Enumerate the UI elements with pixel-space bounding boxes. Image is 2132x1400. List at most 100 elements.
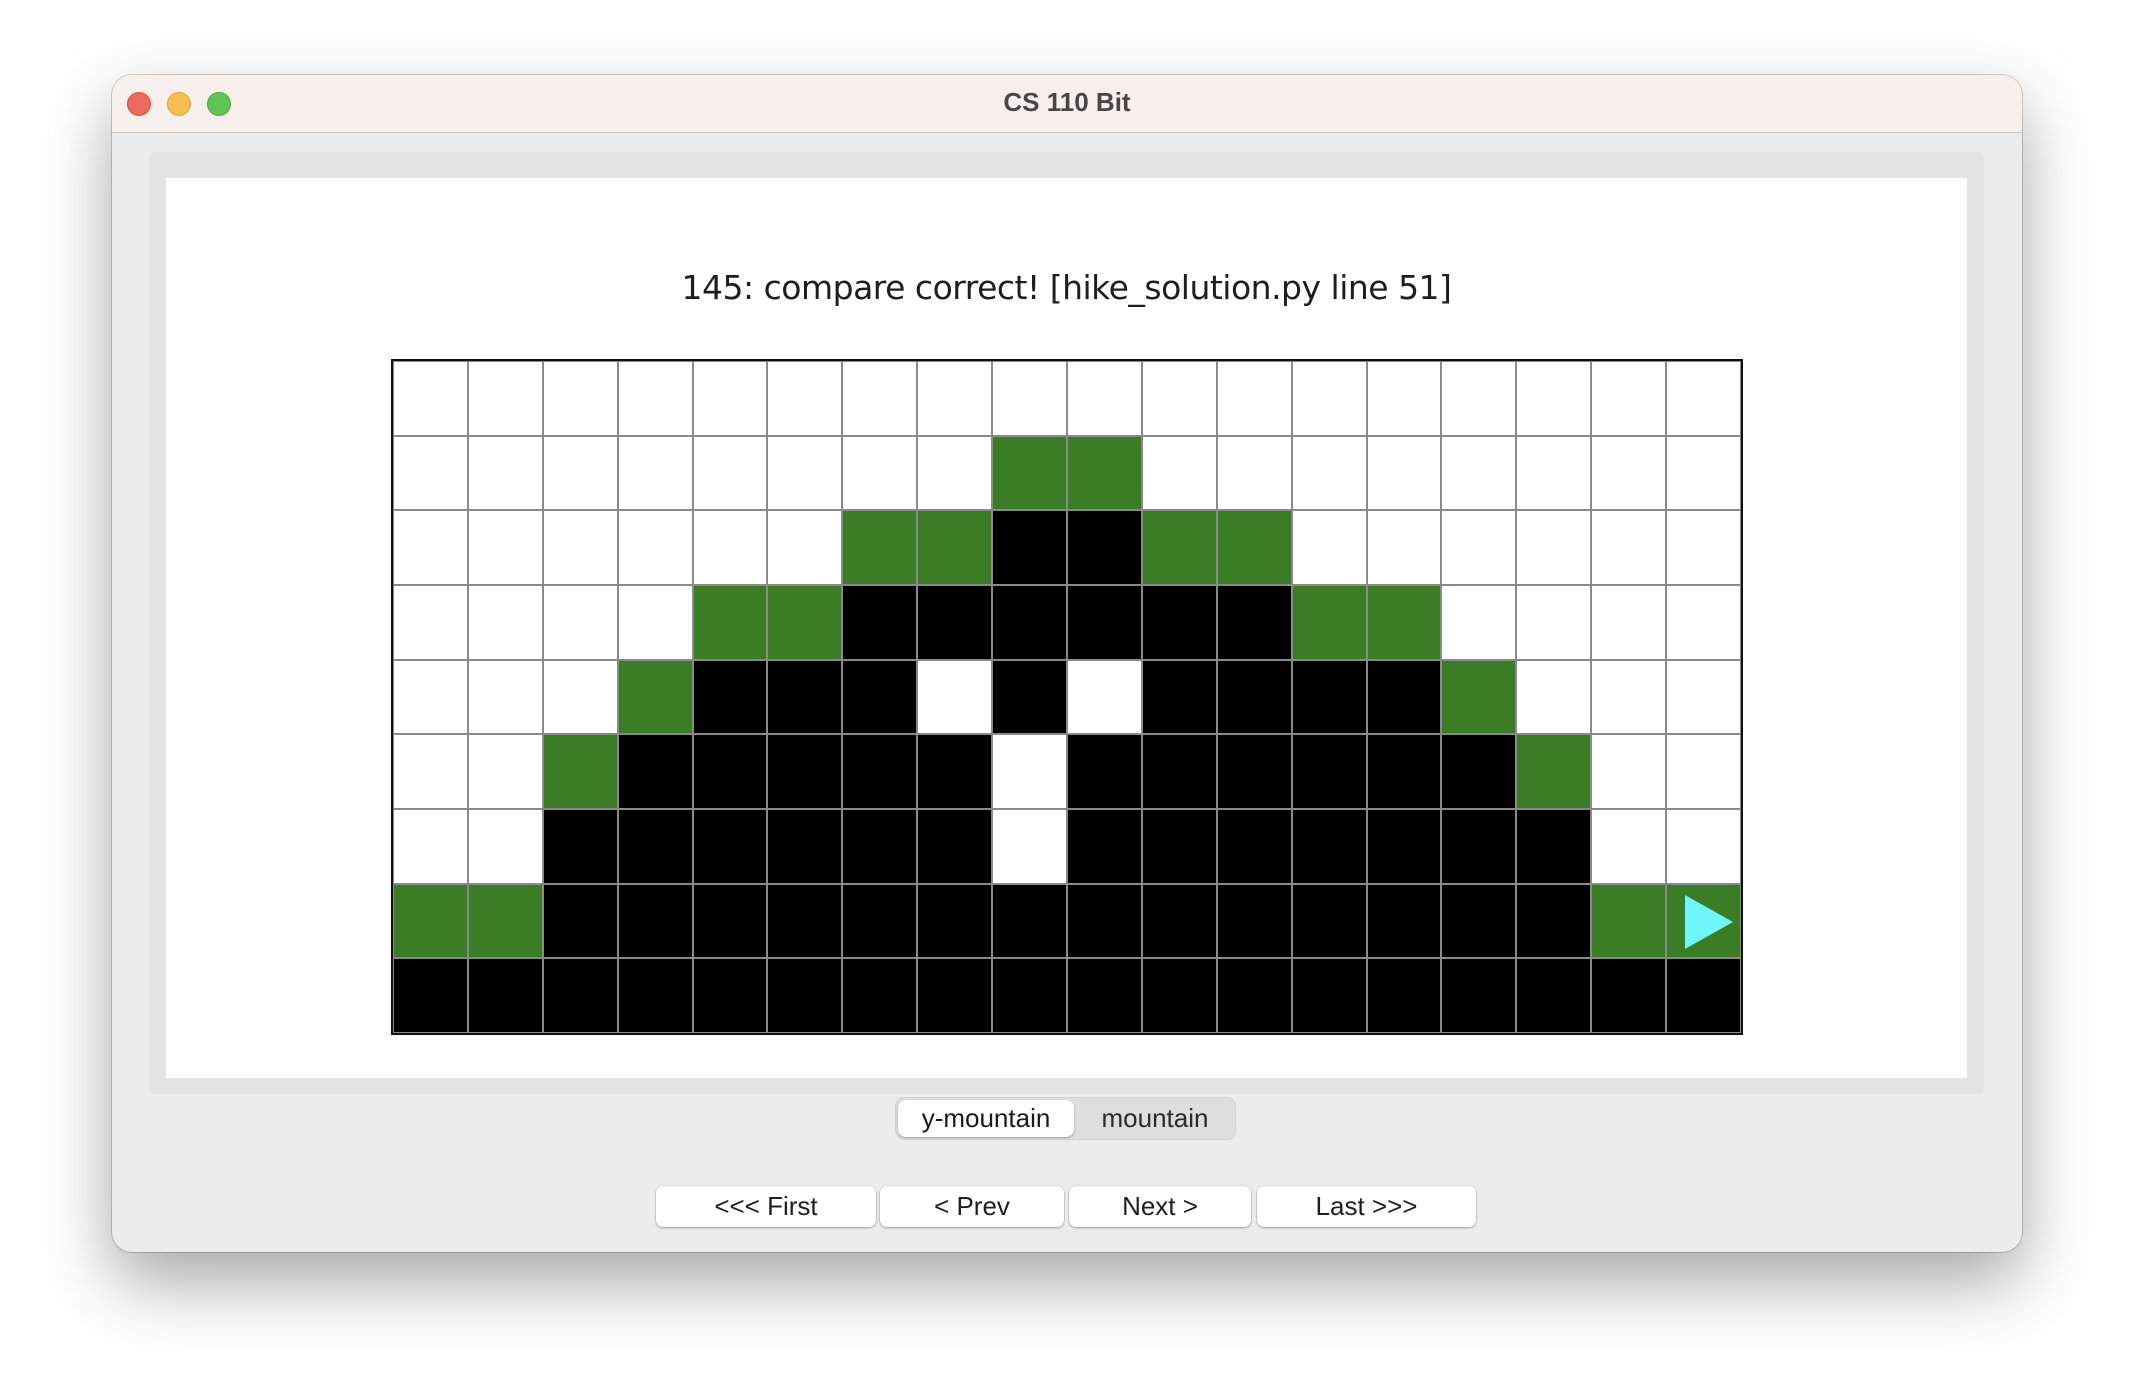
grid-cell-black (1141, 734, 1217, 809)
grid-cell-green (767, 584, 843, 660)
grid-cell-white (1066, 361, 1142, 436)
first-button[interactable]: <<< First (656, 1186, 876, 1227)
grid-cell-white (1666, 510, 1741, 585)
grid-cell-black (1366, 734, 1442, 809)
grid-cell-white (467, 808, 543, 884)
grid-cell-white (992, 734, 1067, 809)
grid-cell-black (1066, 808, 1142, 884)
grid-cell-white (1066, 659, 1142, 735)
tab-mountain[interactable]: mountain (1076, 1100, 1234, 1137)
grid-cell-black (1591, 958, 1667, 1033)
grid-cell-white (467, 510, 543, 585)
grid-cell-black (617, 883, 693, 959)
grid-cell-black (1066, 958, 1142, 1033)
grid-cell-black (1366, 808, 1442, 884)
grid-cell-green (617, 659, 693, 735)
grid-cell-white (1441, 584, 1517, 660)
grid-cell-white (393, 659, 468, 735)
grid-cell-white (393, 435, 468, 511)
grid-cell-black (542, 808, 618, 884)
grid-cell-green (1441, 659, 1517, 735)
grid-cell-black (1366, 659, 1442, 735)
grid-cell-black (842, 584, 918, 660)
grid-cell-black (1441, 958, 1517, 1033)
grid-cell-white (1141, 361, 1217, 436)
last-button[interactable]: Last >>> (1257, 1186, 1476, 1227)
grid-cell-white (542, 435, 618, 511)
grid-cell-green (467, 883, 543, 959)
grid-cell-black (1141, 808, 1217, 884)
grid-cell-black (1666, 958, 1741, 1033)
grid-cell-white (992, 361, 1067, 436)
grid-cell-black (992, 510, 1067, 585)
grid-cell-black (842, 734, 918, 809)
title-bar: CS 110 Bit (112, 75, 2022, 133)
bit-arrow-right-icon (1685, 894, 1734, 949)
grid-cell-white (1666, 734, 1741, 809)
grid-cell-black (692, 883, 768, 959)
grid-cell-white (1366, 435, 1442, 511)
grid-cell-white (1666, 659, 1741, 735)
grid-cell-black (467, 958, 543, 1033)
grid-cell-black (1291, 958, 1367, 1033)
grid-cell-black (992, 584, 1067, 660)
grid-cell-black (617, 808, 693, 884)
grid-cell-black (1066, 734, 1142, 809)
grid-cell-green (1291, 584, 1367, 660)
grid-cell-white (1366, 510, 1442, 585)
grid-cell-black (842, 659, 918, 735)
grid-cell-black (767, 659, 843, 735)
grid-cell-black (1216, 584, 1292, 660)
grid-cell-green (542, 734, 618, 809)
grid-cell-black (1291, 734, 1367, 809)
grid-cell-black (1441, 734, 1517, 809)
app-window: CS 110 Bit 145: compare correct! [hike_s… (112, 75, 2022, 1252)
grid-cell-white (393, 510, 468, 585)
grid-cell-white (617, 435, 693, 511)
grid-cell-white (617, 584, 693, 660)
grid-cell-white (1366, 361, 1442, 436)
grid-cell-black (692, 958, 768, 1033)
next-button[interactable]: Next > (1069, 1186, 1251, 1227)
prev-button[interactable]: < Prev (880, 1186, 1064, 1227)
grid-cell-white (1291, 361, 1367, 436)
grid-cell-black (917, 958, 993, 1033)
grid-cell-black (1441, 808, 1517, 884)
grid-cell-green (917, 510, 993, 585)
grid-cell-white (1666, 361, 1741, 436)
grid-cell-white (992, 808, 1067, 884)
grid-cell-black (1366, 883, 1442, 959)
grid-cell-white (617, 361, 693, 436)
grid-cell-black (1291, 883, 1367, 959)
grid-cell-green (1216, 510, 1292, 585)
grid-cell-black (1216, 734, 1292, 809)
grid-cell-white (1516, 659, 1592, 735)
grid-cell-white (692, 361, 768, 436)
grid-cell-white (1216, 435, 1292, 511)
grid-cell-white (917, 659, 993, 735)
grid-cell-white (393, 734, 468, 809)
grid-cell-white (692, 510, 768, 585)
grid-cell-green (1591, 883, 1667, 959)
grid-cell-white (1291, 510, 1367, 585)
grid-cell-green (1666, 883, 1741, 959)
tab-y-mountain[interactable]: y-mountain (898, 1100, 1074, 1137)
grid-cell-black (393, 958, 468, 1033)
grid-cell-white (1291, 435, 1367, 511)
grid-cell-black (692, 808, 768, 884)
grid-cell-black (542, 958, 618, 1033)
grid-cell-white (467, 584, 543, 660)
grid-cell-white (467, 734, 543, 809)
grid-cell-green (842, 510, 918, 585)
grid-cell-green (1141, 510, 1217, 585)
grid-cell-green (992, 435, 1067, 511)
grid-cell-white (1666, 435, 1741, 511)
grid-cell-white (542, 584, 618, 660)
grid-cell-black (992, 883, 1067, 959)
grid-cell-green (1066, 435, 1142, 511)
grid-cell-black (1291, 808, 1367, 884)
grid-cell-black (767, 808, 843, 884)
status-message: 145: compare correct! [hike_solution.py … (681, 268, 1452, 307)
grid-cell-black (1141, 659, 1217, 735)
grid-cell-black (692, 734, 768, 809)
